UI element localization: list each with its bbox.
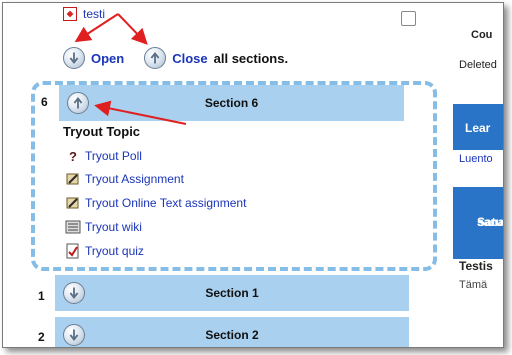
file-item: testi (63, 5, 105, 23)
close-all-button[interactable] (144, 47, 167, 69)
section-6-bar[interactable]: Section 6 (59, 85, 404, 121)
file-link[interactable]: testi (83, 7, 105, 21)
satu-line-2: sanas (477, 215, 504, 229)
activity-quiz[interactable]: Tryout quiz (65, 243, 144, 259)
deleted-text: Deleted (459, 59, 497, 71)
quiz-icon (65, 243, 81, 259)
arrow-up-icon (150, 51, 160, 64)
activity-label[interactable]: Tryout Online Text assignment (85, 196, 246, 210)
luento-link[interactable]: Luento (459, 153, 493, 165)
activity-online-text[interactable]: Tryout Online Text assignment (65, 195, 246, 211)
topic-title: Tryout Topic (63, 124, 141, 139)
activity-assignment[interactable]: Tryout Assignment (65, 171, 184, 187)
section-6-number: 6 (41, 95, 48, 109)
tama-text: Tämä (459, 279, 488, 291)
course-header: Cou (471, 29, 493, 41)
arrow-down-icon (69, 52, 79, 65)
wiki-icon (65, 219, 81, 235)
section-1-title: Section 1 (205, 286, 259, 300)
pdf-icon (63, 7, 77, 21)
section-1-number: 1 (38, 289, 45, 303)
section-1-bar[interactable]: Section 1 (55, 275, 409, 311)
question-icon: ? (69, 148, 77, 164)
activity-poll[interactable]: ? Tryout Poll (65, 148, 142, 164)
section-6-title: Section 6 (204, 96, 259, 110)
assignment-icon (65, 171, 81, 187)
activity-label[interactable]: Tryout Assignment (85, 172, 184, 186)
all-sections-text: all sections. (213, 50, 289, 66)
section-2-bar[interactable]: Section 2 (55, 317, 409, 347)
activity-wiki[interactable]: Tryout wiki (65, 219, 142, 235)
section-2-title: Section 2 (205, 328, 259, 342)
checkbox[interactable] (401, 11, 416, 26)
right-column: Cou Deleted Lear Luento Satu sanas Testi… (453, 3, 504, 347)
activity-label[interactable]: Tryout Poll (85, 149, 142, 163)
testis-heading: Testis (459, 259, 493, 273)
screenshot-frame: testi Open Close all sections. Cou Delet… (2, 2, 504, 348)
learn-block-label: Lear (465, 121, 491, 135)
activity-label[interactable]: Tryout wiki (85, 220, 142, 234)
open-close-controls: Open Close all sections. (63, 47, 288, 69)
activity-label[interactable]: Tryout quiz (85, 244, 144, 258)
satu-block[interactable]: Satu sanas (453, 187, 504, 259)
open-link[interactable]: Open (91, 51, 124, 66)
section-2-number: 2 (38, 330, 45, 344)
close-link[interactable]: Close (172, 51, 207, 66)
open-all-button[interactable] (63, 47, 85, 69)
assignment-icon (65, 195, 81, 211)
learn-block[interactable]: Lear (453, 104, 503, 150)
